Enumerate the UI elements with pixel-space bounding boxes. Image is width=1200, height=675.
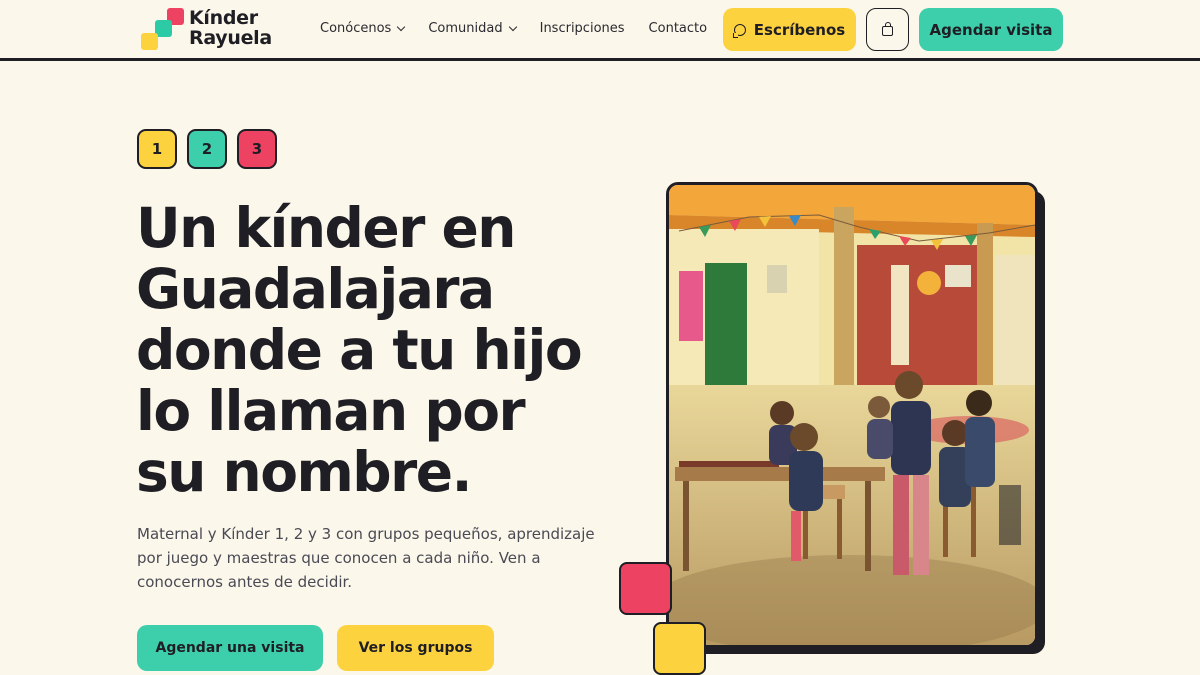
hero-lead-text: Maternal y Kínder 1, 2 y 3 con grupos pe… [137, 525, 595, 591]
grade-badge-3: 3 [237, 129, 277, 169]
brand-logo[interactable]: Kínder Rayuela [139, 7, 272, 53]
decorative-yellow-square [653, 622, 706, 675]
write-us-label: Escríbenos [753, 20, 846, 39]
nav-item-label: Conócenos [320, 21, 392, 36]
headline-line: lo llaman por [136, 379, 526, 443]
kids-playground-image [669, 185, 1035, 645]
cart-button[interactable] [866, 8, 909, 51]
schedule-visit-label: Agendar visita [929, 20, 1053, 39]
write-us-button[interactable]: Escríbenos [723, 8, 856, 51]
nav-item-inscripciones[interactable]: Inscripciones [540, 21, 625, 36]
nav-item-label: Contacto [648, 21, 708, 36]
shopping-bag-icon [882, 21, 893, 36]
hero-headline: Un kínder en Guadalajara donde a tu hijo… [136, 198, 596, 503]
nav-item-label: Inscripciones [539, 21, 625, 36]
chevron-down-icon [508, 22, 517, 32]
schedule-visit-button[interactable]: Agendar visita [919, 8, 1063, 51]
view-groups-label: Ver los grupos [358, 640, 473, 656]
headline-line: su nombre. [136, 440, 472, 504]
headline-line: Un kínder en [136, 196, 516, 260]
grade-badges: 1 2 3 [137, 129, 287, 169]
grade-badge-1: 1 [137, 129, 177, 169]
view-groups-button[interactable]: Ver los grupos [337, 625, 494, 671]
decorative-red-square [619, 562, 672, 615]
chat-bubble-icon [732, 23, 746, 38]
nav-item-comunidad[interactable]: Comunidad [428, 21, 517, 36]
hero-photo [666, 182, 1038, 648]
logo-yellow-square [141, 33, 158, 50]
logo-line-1: Kínder [189, 7, 258, 29]
logo-line-2: Rayuela [189, 27, 272, 49]
schedule-a-visit-label: Agendar una visita [155, 640, 305, 656]
schedule-a-visit-button[interactable]: Agendar una visita [137, 625, 323, 671]
headline-line: Guadalajara [136, 257, 495, 321]
logo-wordmark: Kínder Rayuela [189, 8, 272, 48]
main-nav: Conócenos Comunidad Inscripciones Contac… [320, 21, 731, 36]
nav-item-contacto[interactable]: Contacto [649, 21, 708, 36]
site-header: Kínder Rayuela Conócenos Comunidad Inscr… [0, 0, 1200, 61]
nav-item-conocenos[interactable]: Conócenos [320, 21, 406, 36]
nav-item-label: Comunidad [428, 21, 503, 36]
grade-badge-2: 2 [187, 129, 227, 169]
headline-line: donde a tu hijo [136, 318, 583, 382]
chevron-down-icon [397, 22, 406, 32]
